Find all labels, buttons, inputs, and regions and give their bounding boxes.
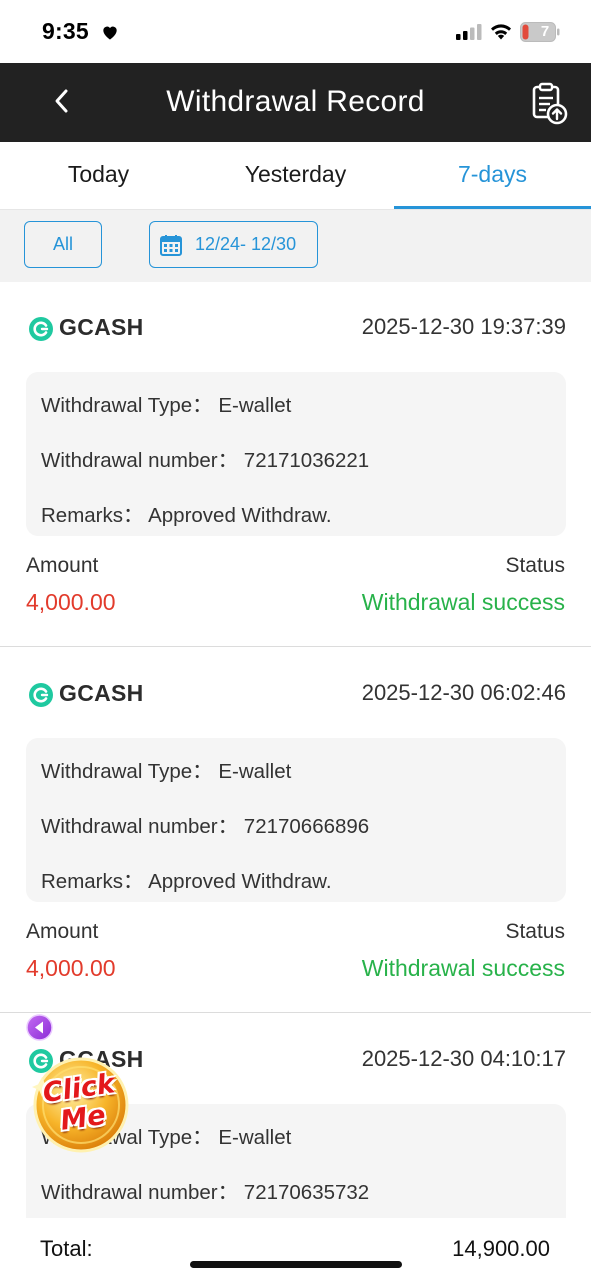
- status-label: Status: [505, 920, 565, 943]
- amount-value: 4,000.00: [26, 589, 116, 615]
- withdrawal-type-row: Withdrawal Type： E-wallet: [41, 388, 291, 418]
- withdrawal-number-row: Withdrawal number： 72170635732: [41, 1175, 369, 1205]
- status-bar: 9:35 7: [0, 0, 591, 63]
- status-label: Status: [505, 554, 565, 577]
- status-time: 9:35: [42, 18, 89, 44]
- amount-value: 4,000.00: [26, 955, 116, 981]
- record-datetime: 2025-12-30 19:37:39: [361, 314, 566, 339]
- withdrawal-type-row: Withdrawal Type： E-wallet: [41, 754, 291, 784]
- period-tabs: Today Yesterday 7-days: [0, 142, 591, 210]
- total-label: Total:: [40, 1236, 93, 1261]
- remarks-row: Remarks： Approved Withdraw.: [41, 864, 332, 894]
- withdrawal-number-value: 72171036221: [243, 449, 370, 472]
- total-bar: Total: 14,900.00: [26, 1218, 566, 1280]
- remarks-label: Remarks：: [41, 504, 144, 527]
- collapse-float-icon[interactable]: [26, 1014, 53, 1041]
- withdrawal-type-value: E-wallet: [218, 394, 292, 417]
- status-value: Withdrawal success: [361, 589, 565, 615]
- click-me-promo-button[interactable]: Click Me: [30, 1054, 132, 1156]
- filter-bar: All 12/24- 12/30: [0, 210, 591, 282]
- withdrawal-record[interactable]: GCASH 2025-12-30 19:37:39 Withdrawal Typ…: [0, 282, 591, 646]
- date-range-button[interactable]: 12/24- 12/30: [149, 221, 318, 268]
- remarks-value: Approved Withdraw.: [148, 504, 332, 527]
- withdrawal-number-row: Withdrawal number： 72171036221: [41, 443, 369, 473]
- total-value: 14,900.00: [452, 1236, 550, 1261]
- amount-label: Amount: [26, 920, 99, 943]
- date-range-label: 12/24- 12/30: [195, 234, 297, 254]
- tab-yesterday[interactable]: Yesterday: [197, 142, 394, 210]
- page-title: Withdrawal Record: [166, 85, 425, 118]
- remarks-label: Remarks：: [41, 870, 144, 893]
- withdrawal-number-value: 72170666896: [243, 815, 370, 838]
- record-header: GCASH 2025-12-30 06:02:46: [26, 678, 566, 712]
- home-indicator[interactable]: [190, 1261, 402, 1268]
- record-details: Withdrawal Type： E-wallet Withdrawal num…: [26, 738, 566, 902]
- record-details: Withdrawal Type： E-wallet Withdrawal num…: [26, 372, 566, 536]
- withdrawal-type-value: E-wallet: [218, 1126, 292, 1149]
- record-datetime: 2025-12-30 04:10:17: [361, 1046, 566, 1071]
- filter-all-button[interactable]: All: [24, 221, 102, 268]
- gcash-logo-icon: [29, 683, 53, 707]
- amount-label: Amount: [26, 554, 99, 577]
- tab-7-days[interactable]: 7-days: [394, 142, 591, 210]
- battery-level: 7: [540, 23, 550, 40]
- header-bar: Withdrawal Record: [0, 63, 591, 142]
- withdrawal-type-label: Withdrawal Type：: [41, 394, 213, 417]
- filter-all-label: All: [52, 234, 73, 254]
- heart-icon: [103, 26, 117, 40]
- status-value: Withdrawal success: [361, 955, 565, 981]
- provider-name: GCASH: [59, 680, 144, 706]
- active-tab-indicator: [394, 206, 591, 209]
- calendar-icon: [160, 234, 182, 256]
- withdrawal-number-row: Withdrawal number： 72170666896: [41, 809, 369, 839]
- withdrawal-number-label: Withdrawal number：: [41, 1181, 239, 1204]
- withdrawal-record[interactable]: GCASH 2025-12-30 06:02:46 Withdrawal Typ…: [0, 648, 591, 1012]
- withdrawal-number-label: Withdrawal number：: [41, 815, 239, 838]
- gcash-logo-icon: [29, 317, 53, 341]
- record-header: GCASH 2025-12-30 19:37:39: [26, 312, 566, 346]
- remarks-value: Approved Withdraw.: [148, 870, 332, 893]
- record-divider: [0, 646, 591, 647]
- record-datetime: 2025-12-30 06:02:46: [361, 680, 566, 705]
- withdrawal-number-label: Withdrawal number：: [41, 449, 239, 472]
- provider-name: GCASH: [59, 314, 144, 340]
- withdrawal-type-value: E-wallet: [218, 760, 292, 783]
- record-divider: [0, 1012, 591, 1013]
- withdrawal-type-label: Withdrawal Type：: [41, 760, 213, 783]
- wifi-icon: [491, 24, 511, 40]
- cellular-signal-icon: [456, 24, 482, 40]
- clipboard-upload-icon[interactable]: [526, 81, 572, 127]
- tab-today[interactable]: Today: [0, 142, 197, 210]
- remarks-row: Remarks： Approved Withdraw.: [41, 498, 332, 528]
- click-me-text: Click Me: [40, 1068, 117, 1137]
- withdrawal-number-value: 72170635732: [243, 1181, 370, 1204]
